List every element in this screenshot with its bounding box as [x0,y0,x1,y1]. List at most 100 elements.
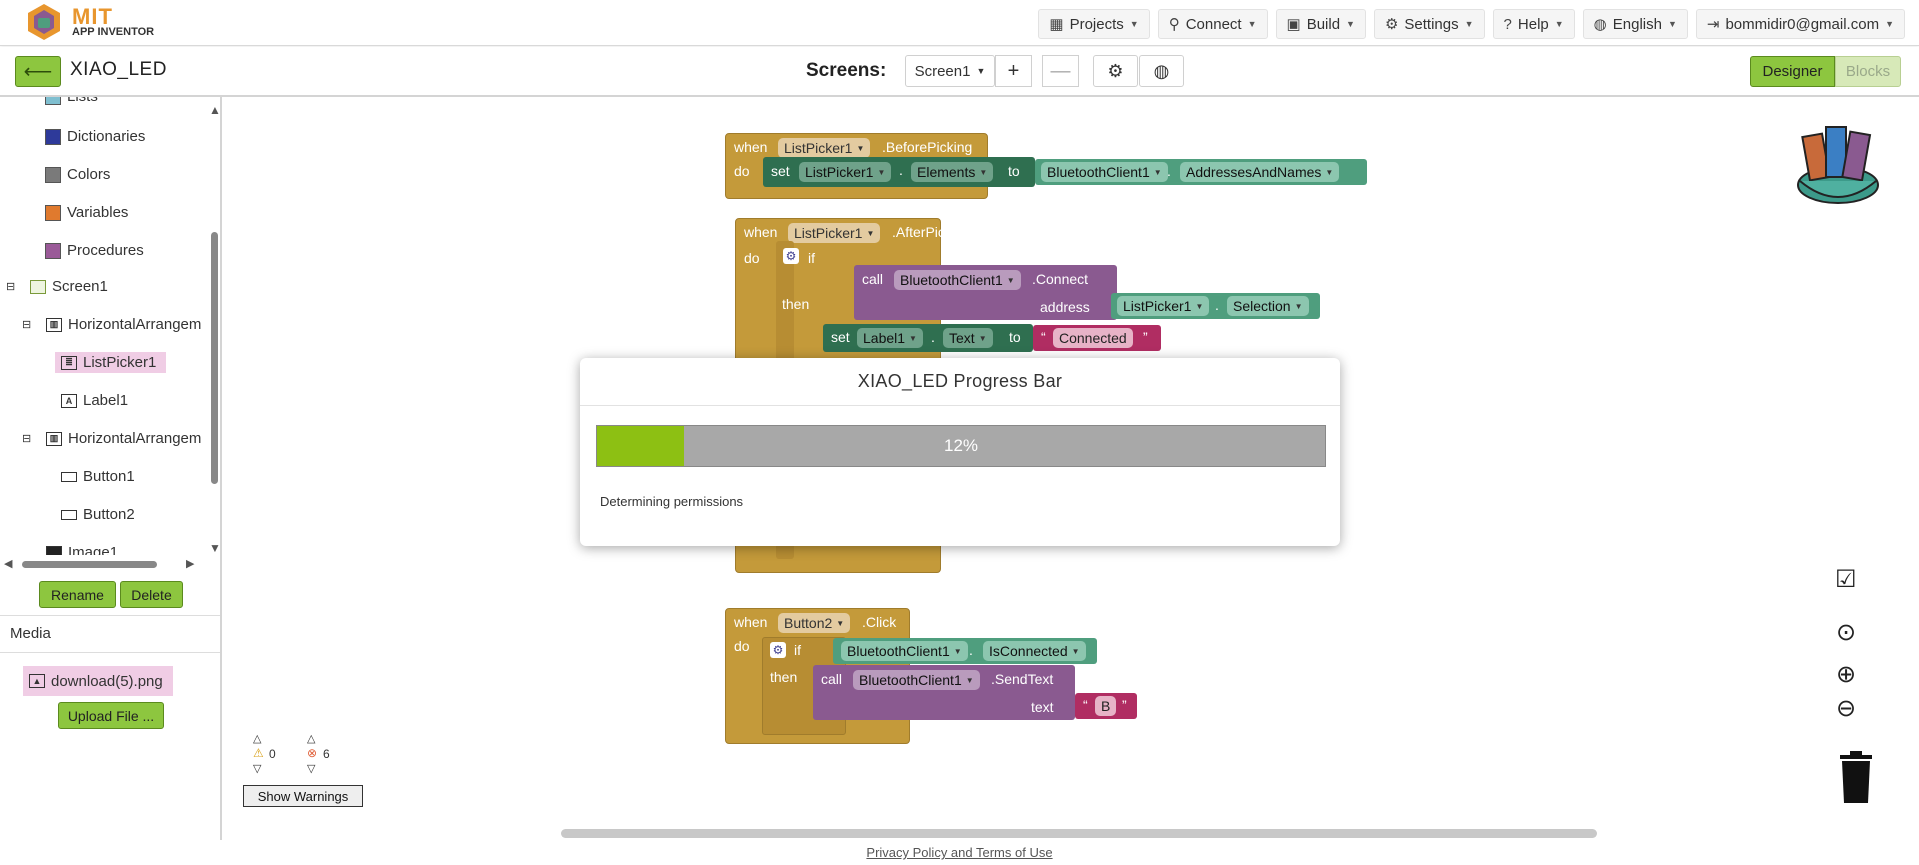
setter-block-label-text[interactable]: set Label1 ▼ . Text ▼ to [823,324,1033,352]
block-method-name: .Connect [1032,271,1089,287]
language-menu[interactable]: ◍ English ▼ [1582,9,1688,39]
mutator-gear-icon[interactable]: ⚙ [770,642,786,658]
account-menu[interactable]: ⇥ bommidir0@gmail.com ▼ [1695,9,1905,39]
blocks-button[interactable]: Blocks [1835,56,1901,87]
remove-screen-button[interactable]: — [1042,55,1079,87]
scrollbar-thumb[interactable] [22,561,157,568]
component-dropdown[interactable]: BluetoothClient1 ▼ [1041,162,1168,182]
backpack-icon[interactable] [1788,117,1888,207]
zoom-in-icon[interactable]: ⊕ [1836,660,1856,689]
block-keyword: when [734,614,768,630]
projects-menu[interactable]: ▦ Projects ▼ [1038,9,1150,39]
project-properties-button[interactable]: ⚙ [1093,55,1138,87]
chip-text: ListPicker1 [784,140,853,156]
arrow-left-icon: ⟵ [23,61,53,83]
property-dropdown[interactable]: AddressesAndNames ▼ [1180,162,1340,182]
help-menu[interactable]: ? Help ▼ [1492,9,1575,39]
checklist-icon[interactable]: ☑ [1835,565,1857,594]
error-next-icon[interactable]: ▽ [307,762,315,775]
setter-block-elements[interactable]: set ListPicker1 ▼ . Elements ▼ to [763,157,1035,187]
component-dropdown[interactable]: BluetoothClient1 ▼ [841,641,968,661]
zoom-out-icon[interactable]: ⊖ [1836,694,1856,723]
builtin-dictionaries[interactable]: Dictionaries [45,128,145,145]
property-dropdown[interactable]: Text ▼ [943,328,993,348]
getter-block-addresses[interactable]: BluetoothClient1 ▼ . AddressesAndNames ▼ [1035,159,1367,185]
connect-menu[interactable]: ⚲ Connect ▼ [1157,9,1268,39]
footer: Privacy Policy and Terms of Use [0,841,1919,865]
tree-horizontal-arrangement-2[interactable]: ▥ HorizontalArrangem [46,430,201,447]
designer-button[interactable]: Designer [1750,56,1835,87]
upload-file-button[interactable]: Upload File ... [58,702,164,729]
tree-screen1[interactable]: Screen1 [30,278,108,295]
privacy-policy-link[interactable]: Privacy Policy and Terms of Use [866,845,1052,860]
text-block-b[interactable]: “ B ” [1075,693,1137,719]
call-block-connect[interactable]: call BluetoothClient1 ▼ .Connect address [854,265,1117,320]
component-tree: Lists Dictionaries Colors Variables Proc… [0,97,205,555]
block-keyword: if [794,642,801,658]
rename-button[interactable]: Rename [39,581,116,608]
build-label: Build [1306,15,1341,33]
property-dropdown[interactable]: Selection ▼ [1227,296,1309,316]
component-dropdown[interactable]: BluetoothClient1 ▼ [894,270,1021,290]
collapse-toggle-icon[interactable]: ⊟ [22,432,31,445]
warning-next-icon[interactable]: ▽ [253,762,261,775]
tree-listpicker1[interactable]: ≣ ListPicker1 [55,352,167,373]
getter-block-selection[interactable]: ListPicker1 ▼ . Selection ▼ [1111,293,1320,319]
palette-horizontal-scrollbar[interactable]: ◀ ▶ [4,557,199,571]
component-dropdown[interactable]: BluetoothClient1 ▼ [853,670,980,690]
component-dropdown[interactable]: Label1 ▼ [857,328,923,348]
trash-icon[interactable] [1838,749,1874,805]
connect-icon: ⚲ [1168,16,1180,33]
text-value[interactable]: Connected [1053,328,1133,348]
progress-status: Determining permissions [600,494,744,509]
workspace-horizontal-scrollbar[interactable] [561,829,1597,838]
component-dropdown[interactable]: ListPicker1 ▼ [799,162,892,182]
builtin-variables[interactable]: Variables [45,204,128,221]
scrollbar-thumb[interactable] [211,232,218,484]
getter-block-isconnected[interactable]: BluetoothClient1 ▼ . IsConnected ▼ [833,638,1097,664]
builtin-procedures[interactable]: Procedures [45,242,144,259]
property-dropdown[interactable]: IsConnected ▼ [983,641,1086,661]
scroll-down-icon[interactable]: ▼ [209,541,221,555]
screen-dropdown[interactable]: Screen1 ▼ [905,55,995,87]
app-inventor-logo[interactable]: MIT APP INVENTOR [22,2,182,42]
tree-label1[interactable]: A Label1 [61,392,128,409]
builtin-lists[interactable]: Lists [45,97,98,105]
component-dropdown[interactable]: ListPicker1 ▼ [1117,296,1210,316]
palette-vertical-scrollbar[interactable]: ▲ ▼ [207,99,221,555]
colors-swatch [45,166,61,183]
text-value[interactable]: B [1095,696,1117,716]
block-event-name: .AfterPicking [892,224,971,240]
show-warnings-button[interactable]: Show Warnings [243,785,363,807]
recenter-icon[interactable]: ⊙ [1836,618,1856,647]
tree-label: HorizontalArrangem [68,430,202,447]
tree-image1[interactable]: Image1 [46,544,118,555]
scroll-right-icon[interactable]: ▶ [186,557,194,570]
tree-horizontal-arrangement-1[interactable]: ▥ HorizontalArrangem [46,316,201,333]
scroll-left-icon[interactable]: ◀ [4,557,12,570]
preview-button[interactable]: ◍ [1139,55,1184,87]
component-dropdown[interactable]: ListPicker1 ▼ [788,223,881,243]
builtin-colors[interactable]: Colors [45,166,110,183]
call-block-sendtext[interactable]: call BluetoothClient1 ▼ .SendText text [813,665,1075,720]
property-dropdown[interactable]: Elements ▼ [911,162,994,182]
tree-button1[interactable]: Button1 [61,468,135,485]
mutator-gear-icon[interactable]: ⚙ [783,248,799,264]
scroll-up-icon[interactable]: ▲ [209,103,221,117]
chip-text: BluetoothClient1 [1047,164,1150,180]
settings-menu[interactable]: ⚙ Settings ▼ [1373,9,1485,39]
media-heading: Media [10,625,51,642]
error-prev-icon[interactable]: △ [307,732,315,745]
component-dropdown[interactable]: ListPicker1 ▼ [778,138,871,158]
tree-button2[interactable]: Button2 [61,506,135,523]
warning-prev-icon[interactable]: △ [253,732,261,745]
collapse-toggle-icon[interactable]: ⊟ [22,318,31,331]
media-file-item[interactable]: ▲ download(5).png [23,666,173,696]
text-block-connected[interactable]: “ Connected ” [1033,325,1161,351]
collapse-toggle-icon[interactable]: ⊟ [6,280,15,293]
add-screen-button[interactable]: + [995,55,1032,87]
back-button[interactable]: ⟵ [15,56,61,87]
delete-button[interactable]: Delete [120,581,183,608]
build-menu[interactable]: ▣ Build ▼ [1275,9,1366,39]
component-dropdown[interactable]: Button2 ▼ [778,613,851,633]
